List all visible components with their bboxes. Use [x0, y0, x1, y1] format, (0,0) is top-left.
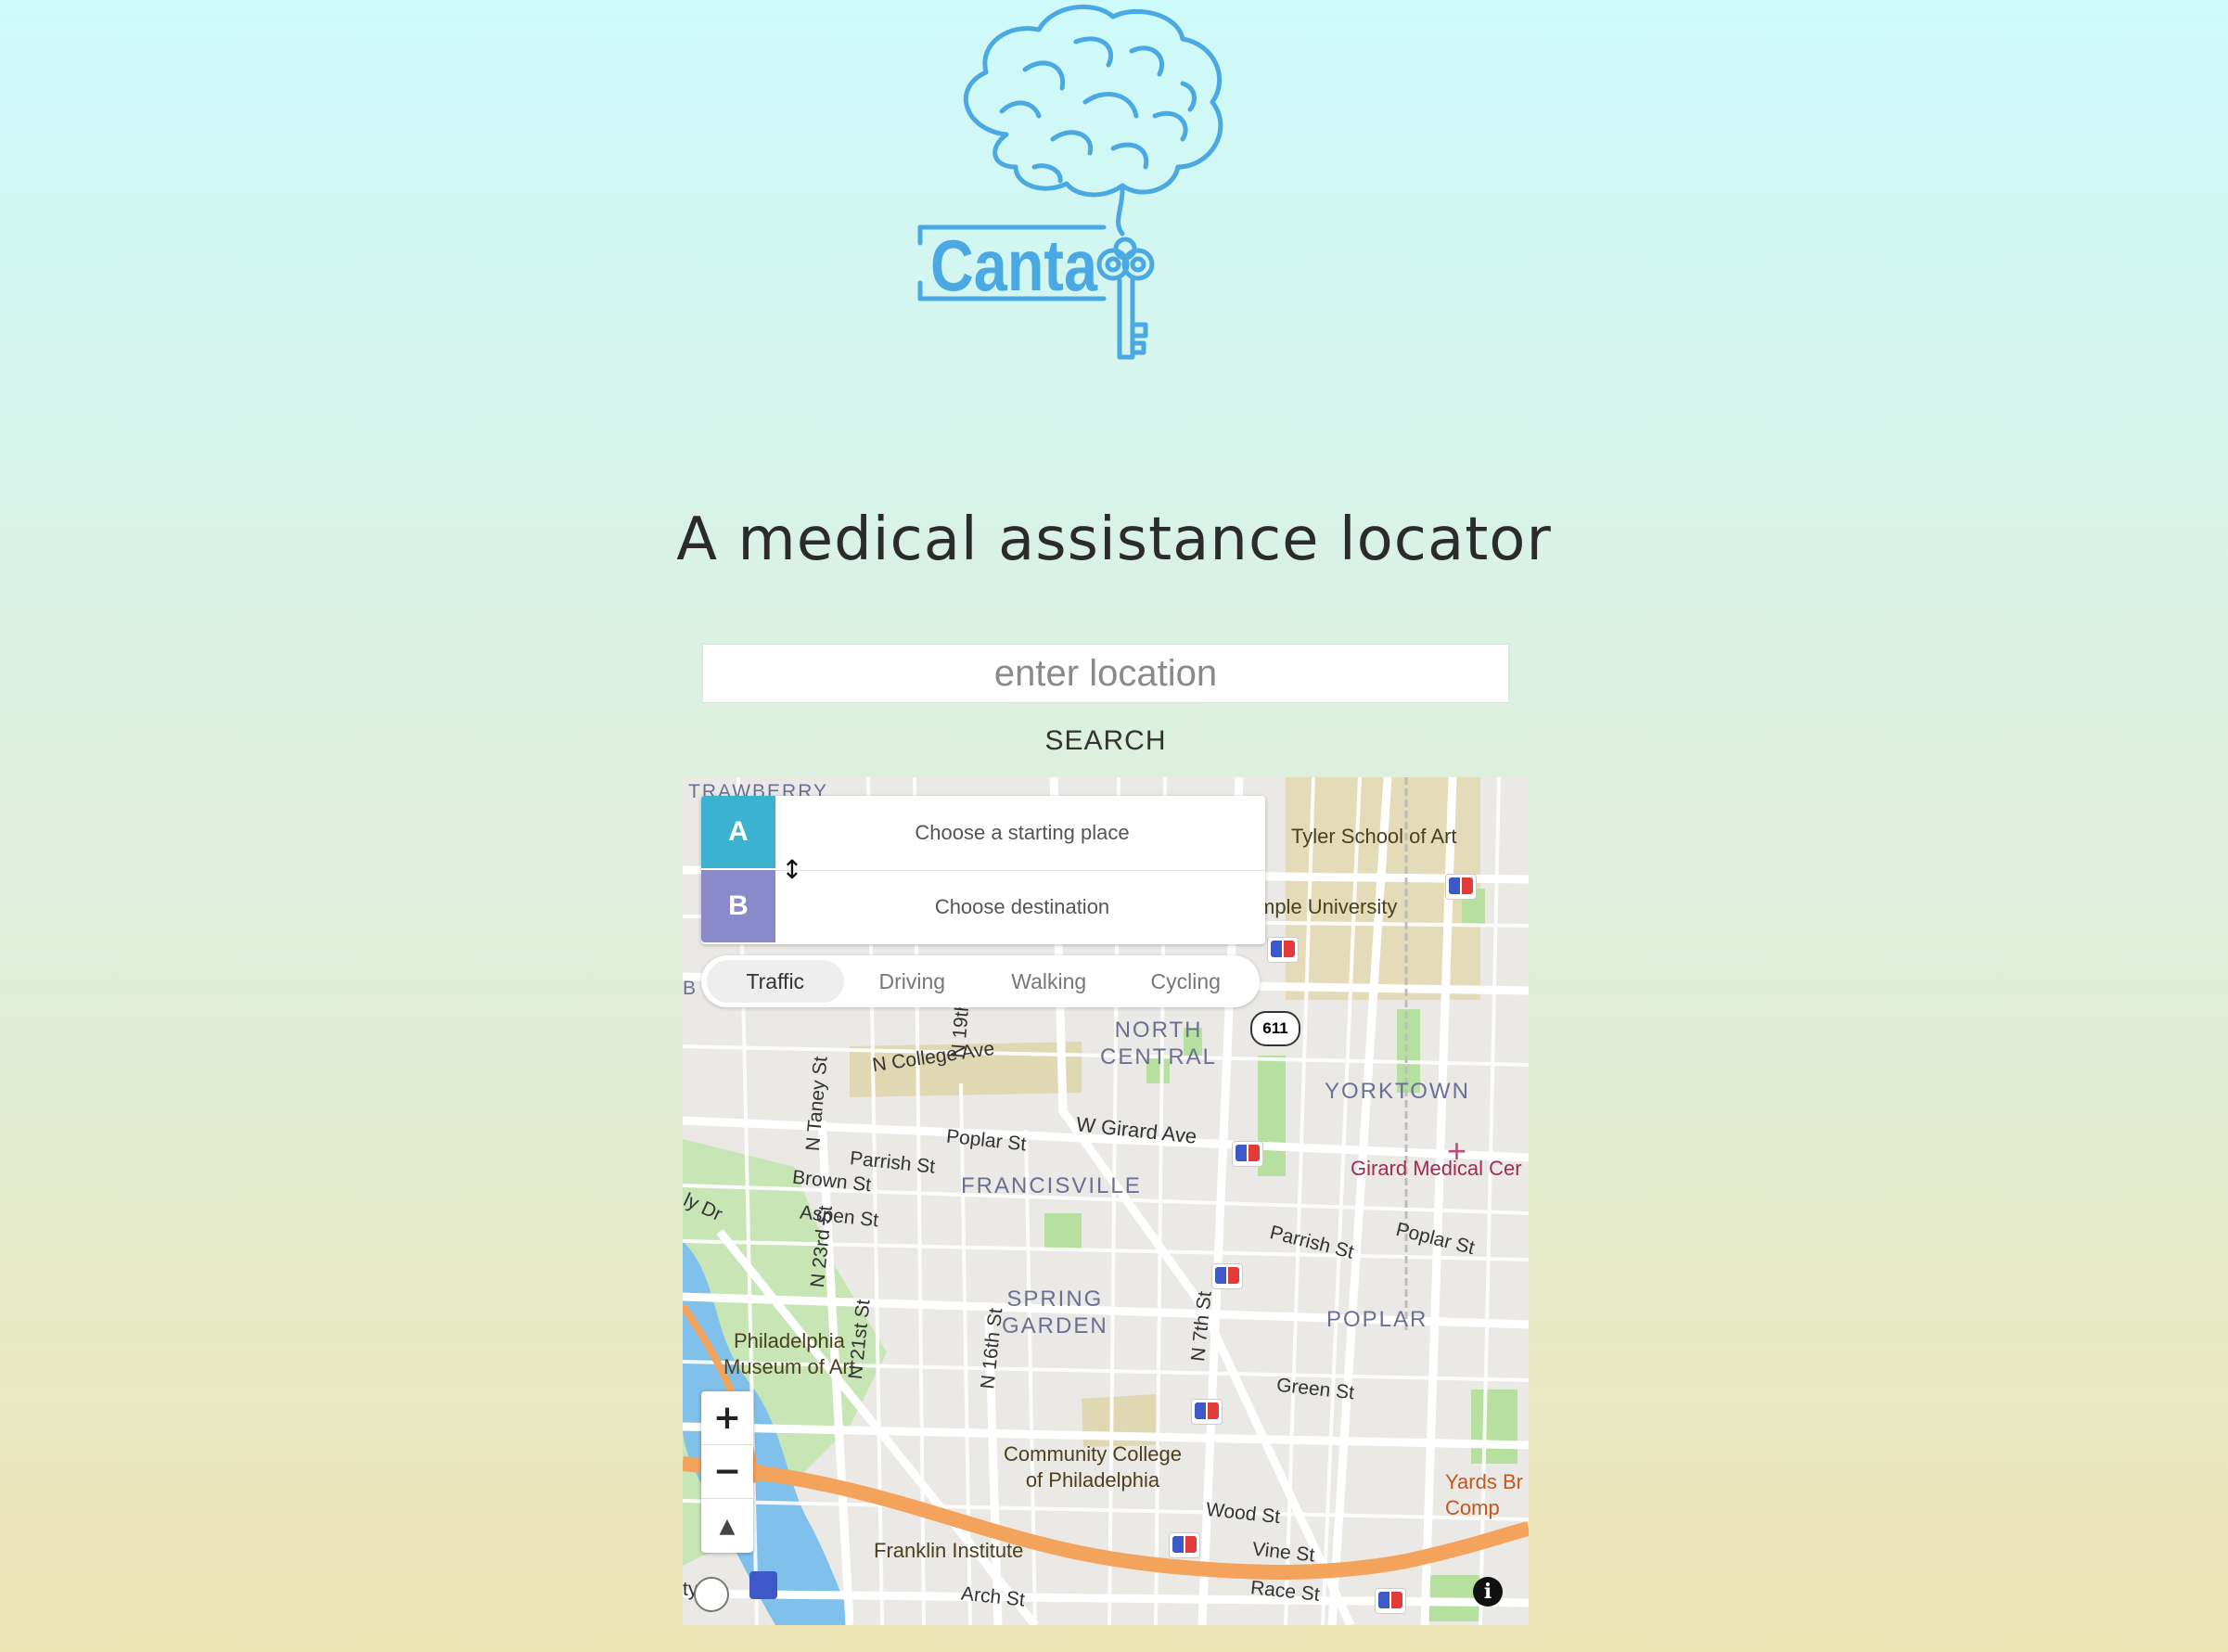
poi-yards-brewing: Yards Br Comp — [1445, 1470, 1523, 1519]
route-611-shield: 611 — [1250, 1011, 1300, 1046]
canta-logo: Canta — [917, 4, 1223, 360]
transit-station-icon[interactable] — [1445, 874, 1477, 900]
transit-station-icon[interactable] — [1375, 1588, 1406, 1614]
brand-name: Canta — [930, 224, 1098, 306]
feedback-icon[interactable] — [694, 1577, 729, 1612]
location-search-input[interactable] — [702, 644, 1509, 703]
swap-vertical-icon[interactable]: ↕ — [775, 853, 809, 887]
poi-art-museum: Philadelphia Museum of Art — [723, 1329, 855, 1378]
transit-station-icon[interactable] — [1191, 1399, 1223, 1425]
transit-station-icon[interactable] — [1211, 1263, 1243, 1289]
directions-panel: A B ↕ — [701, 796, 1269, 944]
origin-input[interactable] — [775, 796, 1269, 870]
district-spring-garden: SPRING GARDEN — [1002, 1287, 1108, 1338]
district-yorktown: YORKTOWN — [1325, 1079, 1470, 1104]
district-poplar: POPLAR — [1326, 1307, 1428, 1332]
attribution-info-icon[interactable]: i — [1473, 1577, 1503, 1607]
tab-traffic[interactable]: Traffic — [707, 960, 844, 1003]
district-north-central: NORTH CENTRAL — [1100, 1018, 1218, 1069]
travel-mode-tabs: Traffic Driving Walking Cycling — [701, 955, 1260, 1007]
district-edge-label: B — [683, 978, 697, 999]
zoom-in-button[interactable]: + — [701, 1391, 753, 1445]
poi-tyler-school: Tyler School of Art — [1291, 825, 1457, 848]
zoom-out-button[interactable]: − — [701, 1445, 753, 1499]
poi-franklin-institute: Franklin Institute — [874, 1539, 1024, 1562]
page-tagline: A medical assistance locator — [676, 506, 1552, 574]
search-button[interactable]: SEARCH — [1012, 705, 1199, 777]
origin-badge: A — [701, 796, 775, 868]
poi-community-college: Community College of Philadelphia — [1004, 1442, 1182, 1492]
transit-station-icon[interactable] — [1169, 1532, 1200, 1558]
poi-girard-medical: Girard Medical Cer — [1351, 1157, 1522, 1180]
hospital-icon: + — [1447, 1132, 1467, 1170]
compass-button[interactable]: ▲ — [701, 1499, 753, 1553]
destination-input[interactable] — [775, 870, 1269, 944]
tab-driving[interactable]: Driving — [844, 960, 981, 1003]
transit-station-icon[interactable] — [1267, 937, 1299, 963]
poi-temple-university: mple University — [1258, 895, 1398, 918]
tab-cycling[interactable]: Cycling — [1118, 960, 1255, 1003]
tab-walking[interactable]: Walking — [980, 960, 1118, 1003]
zoom-control: + − ▲ — [701, 1391, 753, 1553]
map-view[interactable]: NORTH CENTRAL YORKTOWN FRANCISVILLE SPRIN… — [683, 777, 1529, 1625]
district-francisville: FRANCISVILLE — [961, 1173, 1142, 1198]
transit-layer-icon[interactable] — [749, 1571, 777, 1599]
transit-station-icon[interactable] — [1232, 1141, 1263, 1167]
destination-badge: B — [701, 870, 775, 942]
